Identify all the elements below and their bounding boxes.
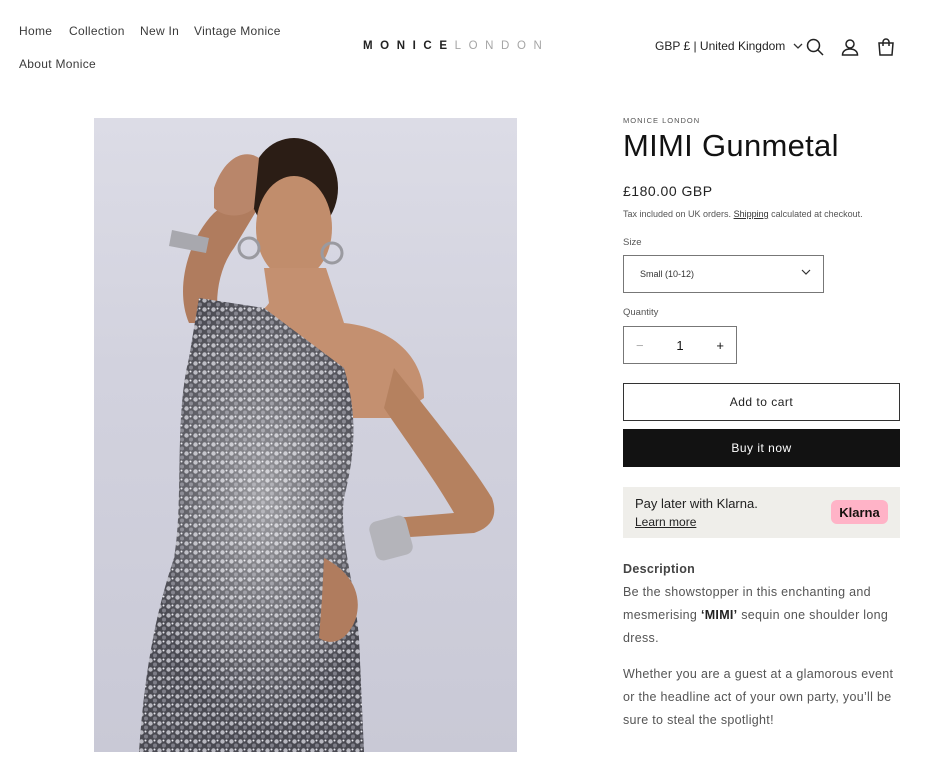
product-image[interactable] [94,118,517,752]
product-vendor: MONICE LONDON [623,116,701,125]
quantity-decrease-button[interactable]: − [636,338,644,353]
quantity-stepper: − 1 + [623,326,737,364]
description-paragraph-2: Whether you are a guest at a glamorous e… [623,667,894,727]
size-selected-value: Small (10-12) [640,269,695,279]
account-icon[interactable] [840,37,860,57]
quantity-value[interactable]: 1 [676,338,683,353]
buy-it-now-button[interactable]: Buy it now [623,429,900,467]
nav-new-in[interactable]: New In [140,24,179,38]
product-photo-illustration [139,138,495,752]
locale-label: GBP £ | United Kingdom [655,39,786,53]
klarna-text: Pay later with Klarna. [635,496,758,511]
quantity-increase-button[interactable]: + [716,338,724,353]
tax-note-prefix: Tax included on UK orders. [623,209,732,219]
search-icon[interactable] [805,37,825,57]
nav-home[interactable]: Home [19,24,52,38]
nav-vintage-monice[interactable]: Vintage Monice [194,24,281,38]
description-paragraph-1: Be the showstopper in this enchanting an… [623,581,903,650]
locale-selector[interactable]: GBP £ | United Kingdom [655,39,803,53]
klarna-logo: Klarna [831,500,888,524]
cart-icon[interactable] [876,37,896,57]
add-to-cart-button[interactable]: Add to cart [623,383,900,421]
product-title: MIMI Gunmetal [623,128,839,163]
logo-monice: MONICE [363,40,455,52]
chevron-down-icon [793,43,803,49]
brand-logo[interactable]: MONICELONDON [363,40,549,56]
nav-about-monice[interactable]: About Monice [19,57,96,71]
nav-collection[interactable]: Collection [69,24,125,38]
size-label: Size [623,237,642,248]
description-heading: Description [623,562,696,576]
tax-note-suffix: calculated at checkout. [771,209,863,219]
quantity-label: Quantity [623,307,659,318]
product-price: £180.00 GBP [623,183,713,199]
klarna-learn-more-link[interactable]: Learn more [635,515,696,529]
size-select[interactable]: Small (10-12) [623,255,824,293]
chevron-down-icon [801,269,811,275]
klarna-banner: Pay later with Klarna. Learn more Klarna [623,487,900,538]
description-p1-bold: ‘MIMI’ [700,608,738,622]
logo-london: LONDON [454,40,550,52]
shipping-link[interactable]: Shipping [734,209,769,219]
tax-note: Tax included on UK orders. Shipping calc… [623,209,863,219]
